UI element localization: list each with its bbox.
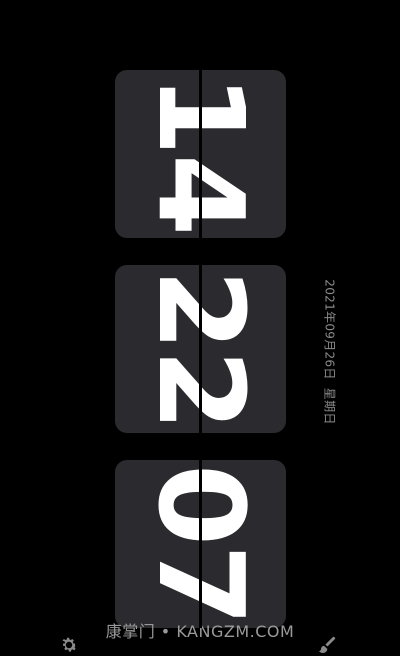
theme-brush-icon[interactable]: [316, 634, 338, 656]
hours-flip-card: 14: [115, 70, 286, 238]
card-split-line: [199, 265, 202, 433]
date-text: 2021年09月26日: [322, 279, 337, 380]
seconds-flip-card: 07: [115, 460, 286, 628]
minutes-flip-card: 22: [115, 265, 286, 433]
date-label: 2021年09月26日 星期日: [322, 275, 339, 424]
weekday-text: 星期日: [322, 387, 337, 425]
settings-gear-icon[interactable]: [58, 634, 80, 656]
card-split-line: [199, 70, 202, 238]
card-split-line: [199, 460, 202, 628]
